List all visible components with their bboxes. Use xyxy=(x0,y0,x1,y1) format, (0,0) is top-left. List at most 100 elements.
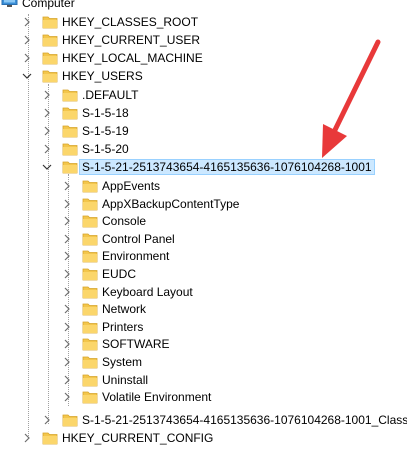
tree-label: Control Panel xyxy=(102,231,175,246)
tree-label: Console xyxy=(102,214,147,229)
tree-label: AppEvents xyxy=(102,179,161,193)
folder-icon xyxy=(42,14,58,30)
chevron-right-icon[interactable] xyxy=(42,415,52,425)
folder-icon xyxy=(82,178,98,194)
tree-label: HKEY_CURRENT_CONFIG xyxy=(62,431,214,445)
folder-icon xyxy=(82,354,98,370)
folder-icon xyxy=(82,301,98,317)
folder-icon xyxy=(62,123,78,139)
tree-label: S-1-5-21-2513743654-4165135636-107610426… xyxy=(82,413,407,427)
folder-icon xyxy=(82,266,98,282)
folder-open-icon xyxy=(62,159,78,175)
chevron-right-icon[interactable] xyxy=(22,433,32,443)
folder-icon xyxy=(62,105,78,121)
tree-item-sid-child[interactable]: Environment xyxy=(0,247,300,265)
tree-label: AppXBackupContentType xyxy=(102,196,240,211)
tree-item-sid-child[interactable]: AppXBackupContentType xyxy=(0,195,300,213)
tree-label: Volatile Environment xyxy=(102,390,212,405)
tree-label-selected: S-1-5-21-2513743654-4165135636-107610426… xyxy=(79,159,375,175)
tree-item-hkey-current-user[interactable]: HKEY_CURRENT_USER xyxy=(0,31,260,49)
tree-label: S-1-5-18 xyxy=(82,106,129,120)
chevron-right-icon[interactable] xyxy=(22,17,32,27)
chevron-right-icon[interactable] xyxy=(62,234,72,244)
tree-item-s-1-5-20[interactable]: S-1-5-20 xyxy=(0,140,260,158)
folder-icon xyxy=(42,430,58,446)
tree-label: .DEFAULT xyxy=(82,88,139,102)
chevron-right-icon[interactable] xyxy=(62,251,72,261)
tree-label: Network xyxy=(102,302,147,317)
tree-item-computer[interactable]: Computer xyxy=(0,0,200,12)
tree-label: HKEY_CLASSES_ROOT xyxy=(62,15,199,29)
chevron-right-icon[interactable] xyxy=(62,269,72,279)
folder-icon xyxy=(82,213,98,229)
tree-item-sid-child[interactable]: System xyxy=(0,353,300,371)
chevron-down-icon[interactable] xyxy=(22,71,32,81)
folder-icon xyxy=(42,32,58,48)
tree-item-sid-child[interactable]: Volatile Environment xyxy=(0,388,300,406)
tree-label-computer: Computer xyxy=(22,0,75,10)
tree-label: S-1-5-20 xyxy=(82,142,129,156)
chevron-right-icon[interactable] xyxy=(42,90,52,100)
folder-open-icon xyxy=(42,68,58,84)
tree-item-sid-child[interactable]: Uninstall xyxy=(0,371,300,389)
chevron-right-icon[interactable] xyxy=(42,108,52,118)
chevron-right-icon[interactable] xyxy=(62,181,72,191)
tree-item-sid-child[interactable]: AppEvents xyxy=(0,177,300,195)
tree-item-hkey-current-config[interactable]: HKEY_CURRENT_CONFIG xyxy=(0,429,260,447)
tree-label: Uninstall xyxy=(102,372,149,387)
tree-item-default[interactable]: .DEFAULT xyxy=(0,86,260,104)
chevron-right-icon[interactable] xyxy=(62,357,72,367)
chevron-right-icon[interactable] xyxy=(22,53,32,63)
tree-label: HKEY_USERS xyxy=(62,69,143,83)
chevron-right-icon[interactable] xyxy=(62,287,72,297)
tree-label: Printers xyxy=(102,319,144,334)
tree-label: SOFTWARE xyxy=(102,337,170,352)
folder-icon xyxy=(82,231,98,247)
folder-icon xyxy=(62,141,78,157)
tree-item-s-1-5-18[interactable]: S-1-5-18 xyxy=(0,104,260,122)
tree-item-sid-child[interactable]: Console xyxy=(0,212,300,230)
chevron-down-icon[interactable] xyxy=(42,162,52,172)
tree-item-hkey-local-machine[interactable]: HKEY_LOCAL_MACHINE xyxy=(0,49,260,67)
folder-icon xyxy=(82,319,98,335)
folder-icon xyxy=(82,284,98,300)
tree-item-hkey-classes-root[interactable]: HKEY_CLASSES_ROOT xyxy=(0,13,260,31)
chevron-right-icon[interactable] xyxy=(42,144,52,154)
folder-icon xyxy=(82,248,98,264)
tree-label: HKEY_CURRENT_USER xyxy=(62,33,201,47)
chevron-right-icon[interactable] xyxy=(22,35,32,45)
folder-icon xyxy=(82,389,98,405)
tree-item-sid-child[interactable]: Network xyxy=(0,300,300,318)
folder-icon xyxy=(62,87,78,103)
computer-icon xyxy=(1,0,19,8)
tree-item-sid-child[interactable]: Printers xyxy=(0,318,300,336)
folder-icon xyxy=(82,196,98,212)
chevron-right-icon[interactable] xyxy=(42,126,52,136)
chevron-right-icon[interactable] xyxy=(62,339,72,349)
tree-label: EUDC xyxy=(102,267,137,281)
folder-icon xyxy=(42,50,58,66)
chevron-right-icon[interactable] xyxy=(62,304,72,314)
tree-label: HKEY_LOCAL_MACHINE xyxy=(62,51,203,65)
tree-item-selected-sid[interactable]: S-1-5-21-2513743654-4165135636-107610426… xyxy=(0,158,407,176)
folder-icon xyxy=(82,336,98,352)
chevron-right-icon[interactable] xyxy=(62,199,72,209)
chevron-right-icon[interactable] xyxy=(62,216,72,226)
chevron-right-icon[interactable] xyxy=(62,322,72,332)
tree-label: S-1-5-19 xyxy=(82,124,129,138)
registry-tree: Computer HKEY_CLASSES_ROOT HKEY_CURRENT_… xyxy=(0,0,407,457)
chevron-right-icon[interactable] xyxy=(62,392,72,402)
chevron-right-icon[interactable] xyxy=(62,375,72,385)
tree-item-hkey-users[interactable]: HKEY_USERS xyxy=(0,67,260,85)
folder-icon xyxy=(82,372,98,388)
tree-item-classes-sid[interactable]: S-1-5-21-2513743654-4165135636-107610426… xyxy=(0,411,407,429)
tree-label: System xyxy=(102,355,143,369)
tree-item-sid-child[interactable]: EUDC xyxy=(0,265,300,283)
tree-item-s-1-5-19[interactable]: S-1-5-19 xyxy=(0,122,260,140)
tree-item-sid-child[interactable]: Keyboard Layout xyxy=(0,283,300,301)
folder-icon xyxy=(62,412,78,428)
tree-item-sid-child[interactable]: Control Panel xyxy=(0,230,300,248)
tree-item-sid-child[interactable]: SOFTWARE xyxy=(0,335,300,353)
tree-label: Environment xyxy=(102,249,170,264)
tree-label: Keyboard Layout xyxy=(102,284,193,299)
